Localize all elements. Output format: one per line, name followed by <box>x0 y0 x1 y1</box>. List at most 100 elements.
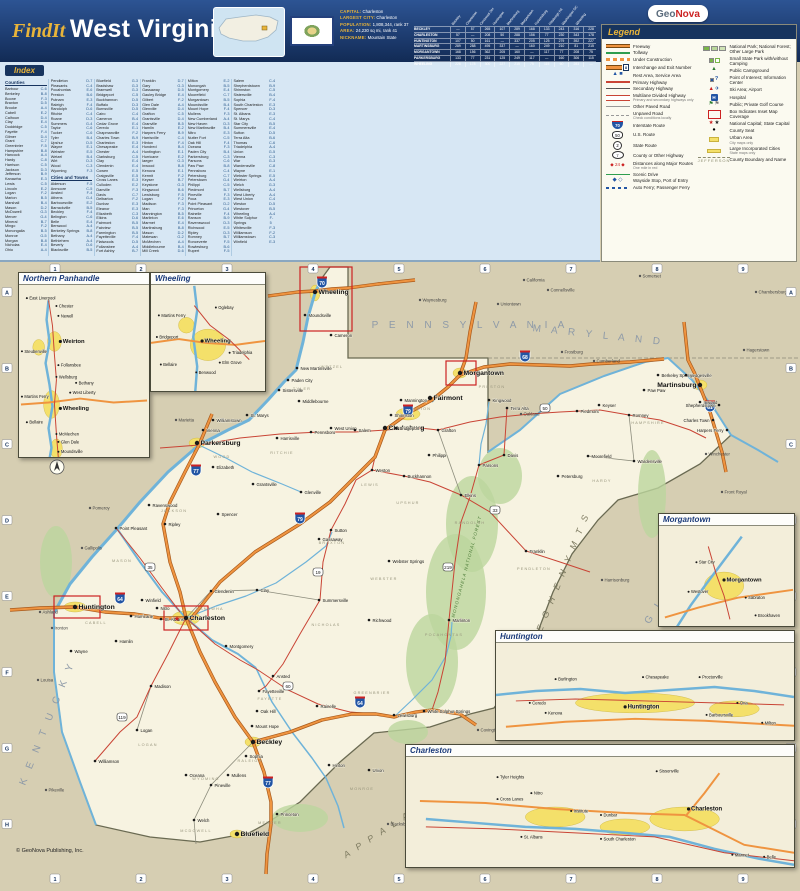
legend-item-text: Public; Private Golf Course <box>730 102 795 107</box>
inset-city-label: South Charleston <box>603 836 636 841</box>
inset-city-label: Weirton <box>63 339 85 345</box>
cst-symbol: ● <box>712 127 716 134</box>
city-dot <box>367 618 371 622</box>
city-dot <box>224 644 228 648</box>
us-route-shield: 119 <box>116 712 128 722</box>
mileage-value: 227 <box>583 38 598 44</box>
mileage-value: 249 <box>509 55 524 61</box>
mileage-value: 288 <box>509 32 524 38</box>
city-dot <box>353 428 357 432</box>
grid-col-label-bottom: 2 <box>135 873 147 884</box>
out-of-state-city-dot <box>519 412 523 416</box>
county-name-label: HAMPSHIRE <box>631 421 664 425</box>
index-entry: Rupert F-5 <box>188 249 230 254</box>
city-label: Welch <box>198 818 210 823</box>
city-dot <box>556 474 560 478</box>
city-dot <box>427 395 433 401</box>
city-dot <box>370 468 374 472</box>
county-name-label: RALEIGH <box>237 759 262 763</box>
inset-city-dot <box>554 678 557 681</box>
inset-city-dot <box>496 776 499 779</box>
legend-item-label: State Route <box>633 142 657 148</box>
mileage-row: MORGANTOWN 168 156 362 205 160—117 77 208 75 <box>414 49 596 55</box>
mileage-value: 168 <box>523 27 539 32</box>
city-label: Weston <box>376 468 391 473</box>
cap-symbol: ★ ★ <box>708 120 720 127</box>
index-entry: Blacksville B-5 <box>51 248 93 253</box>
index-entry: Fort Ashby B-7 <box>96 249 138 254</box>
city-label: Webster Springs <box>393 559 425 564</box>
out-of-state-city-label: Frostburg <box>565 350 584 355</box>
inset-city-label: Chester <box>59 303 74 308</box>
grid-row-label-right: A <box>785 287 797 297</box>
city-dot <box>159 617 163 621</box>
legend-item: Under Construction <box>604 57 698 62</box>
fact-value: 1,808,344, rank 37 <box>371 21 409 27</box>
legend-item-sublabel: Check conditions locally <box>633 115 672 120</box>
svg-text:B: B <box>5 366 9 372</box>
mileage-value: 337 <box>509 38 524 44</box>
mileage-value: 160 <box>523 44 539 50</box>
out-of-state-city-label: Louisa <box>41 678 54 683</box>
svg-text:D: D <box>5 518 9 524</box>
county-name-label: WEBSTER <box>370 577 397 581</box>
inset-city-dot <box>528 701 531 704</box>
legend-item-label: Under Construction <box>633 57 672 63</box>
inset-city-dot <box>218 361 221 364</box>
inset-city-dot <box>214 306 217 309</box>
svg-text:77: 77 <box>193 469 199 475</box>
legend-item-text: County or Other Highway <box>633 153 698 158</box>
legend-item-label: County or Other Highway <box>633 152 684 158</box>
legend-item-text: County Seat <box>730 128 795 133</box>
mileage-row: MARTINSBURG 289 288 495 337—160 249 210 81 215 <box>414 43 596 50</box>
inset-city-dot <box>55 305 58 307</box>
city-dot <box>309 430 313 434</box>
out-of-state-city-dot <box>44 788 48 792</box>
city-dot <box>211 465 215 469</box>
city-dot <box>627 413 631 417</box>
inset-city-dot <box>25 421 28 424</box>
city-label: Grantsville <box>257 482 278 487</box>
city-label: Charleston <box>190 615 226 622</box>
mileage-col-name: Beckley <box>450 14 462 26</box>
svg-text:1: 1 <box>53 877 56 883</box>
city-dot <box>295 366 299 370</box>
inset-city-dot <box>744 596 747 599</box>
city-label: Buckhannon <box>408 474 433 479</box>
urb-symbol <box>701 137 728 143</box>
out-of-state-city-label: Chambersburg <box>759 290 788 295</box>
mileage-value: 210 <box>553 44 569 50</box>
legend-item-label: Point of Interest; Information Center <box>729 74 787 85</box>
legend-item-text: Rest Area, Service Area <box>633 73 698 78</box>
legend-item: Multilane Divided Highway Primary and sec… <box>604 93 698 102</box>
city-label: Bridgeport <box>400 426 421 431</box>
inset-city-label: Institute <box>574 808 589 813</box>
inset-city-label: Follansbee <box>61 363 82 368</box>
mileage-value: 316 <box>568 27 583 32</box>
svg-text:2: 2 <box>139 877 142 883</box>
mileage-value: 343 <box>568 32 583 38</box>
uc-symbol <box>604 58 631 61</box>
inset-city-label: Ona <box>740 700 749 705</box>
city-dot <box>192 818 196 822</box>
city-label: Piedmont <box>581 409 600 414</box>
mileage-col-name: Parkersburg <box>533 8 549 26</box>
index-panel: Index Counties Barbour C-6 Berkeley B-8 Boone… <box>0 62 600 262</box>
index-entry: Mill Creek D-6 <box>142 249 184 254</box>
city-dot <box>129 614 133 618</box>
inset-title-huntington: Huntington <box>496 631 794 643</box>
legend-item: ▲ ✈ Ski Area; Airport <box>701 86 795 93</box>
inset-city-dot <box>754 614 757 617</box>
inset-title-wheeling: Wheeling <box>151 273 265 285</box>
city-label: Fairmont <box>434 395 464 402</box>
city-dot <box>184 773 188 777</box>
inset-map-charleston: Tyler Heights Sissonville Cross Lanes Nitro… <box>419 768 794 866</box>
city-dot <box>234 831 240 837</box>
legend-item: Tollway <box>604 50 698 55</box>
inset-city-label: Marmet <box>735 852 750 857</box>
grid-col-label-top: 5 <box>393 263 405 274</box>
county-name-label: MASON <box>112 559 132 563</box>
state-facts: CAPITAL: Charleston LARGEST CITY: Charles… <box>340 9 416 41</box>
legend-title: Legend <box>602 25 796 39</box>
inset-city-dot <box>25 297 28 300</box>
